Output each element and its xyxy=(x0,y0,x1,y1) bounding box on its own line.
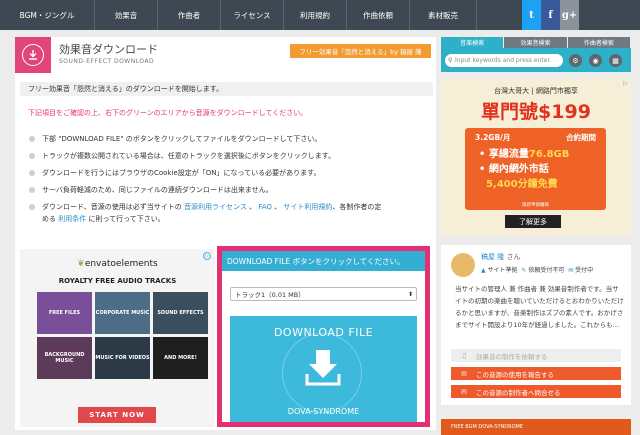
nav-license[interactable]: ライセンス xyxy=(221,0,284,30)
bottom-banner[interactable]: FREE BGM DOVA-SYNDROME xyxy=(441,419,631,435)
download-file-button[interactable]: DOWNLOAD FILE DOVA-SYNDROME xyxy=(230,316,417,422)
nav-store[interactable]: 素材販売 xyxy=(410,0,477,30)
faq-link[interactable]: FAQ xyxy=(258,203,272,211)
user-icon: ▲ xyxy=(481,267,486,274)
composer-name[interactable]: 稿屋 隆 さん xyxy=(481,252,520,262)
nav-terms[interactable]: 利用規約 xyxy=(284,0,347,30)
music-note-icon: ♫ xyxy=(461,351,468,360)
download-header: DOWNLOAD FILE ボタンをクリックしてください。 xyxy=(222,251,425,271)
ad-brand: 台灣大哥大 | 網路門市獨享 xyxy=(494,87,578,95)
tile-corporate-music[interactable]: CORPORATE MUSIC xyxy=(95,292,150,334)
tab-composer-search[interactable]: 作曲者検索 xyxy=(567,37,630,48)
report-usage-button[interactable]: ✉ この音源の使用を報告する xyxy=(451,367,621,380)
download-button-sub: DOVA-SYNDROME xyxy=(287,407,360,416)
list-item: 下部 "DOWNLOAD FILE" のボタンをクリックしてファイルをダウンロー… xyxy=(28,133,428,146)
start-notice: フリー効果音「怨然と消える」のダウンロードを開始します。 xyxy=(20,82,433,96)
tab-sfx-search[interactable]: 効果音検索 xyxy=(504,37,567,48)
tile-background-music[interactable]: BACKGROUND MUSIC xyxy=(37,337,92,379)
pencil-icon: ✎ xyxy=(521,267,527,274)
search-icon: ⚲ xyxy=(448,57,453,64)
envato-subtitle: ROYALTY FREE AUDIO TRACKS xyxy=(58,277,177,285)
settings-icon[interactable]: ⚙ xyxy=(569,54,582,67)
email-icon: ✉ xyxy=(461,387,467,396)
email-icon: ✉ xyxy=(568,267,574,274)
usage-conditions-link[interactable]: 利用条件 xyxy=(58,215,86,223)
list-item: トラックが複数公開されている場合は、任意のトラックを選択後にボタンをクリックしま… xyxy=(28,150,428,163)
learn-more-button[interactable]: 了解更多 xyxy=(505,215,561,228)
telecom-ad[interactable]: ▷ 台灣大哥大 | 網路門市獨享 單門號$199 3.2GB/月 合約期間 • 享… xyxy=(441,78,631,236)
start-now-button[interactable]: START NOW xyxy=(78,407,156,423)
list-item: ダウンロード、音源の使用は必ず当サイトの 音源利用ライセンス 、 FAQ 、 サ… xyxy=(28,201,428,225)
main-content: 効果音ダウンロード SOUND-EFFECT DOWNLOAD フリー効果音「怨… xyxy=(15,37,436,430)
envato-tiles: FREE FILES CORPORATE MUSIC SOUND EFFECTS… xyxy=(37,292,208,379)
warning-text: 下記項目をご確認の上、右下のグリーンのエリアから音源をダウンロードしてください。 xyxy=(28,109,308,117)
commission-button: ♫ 効果音の制作を依頼する xyxy=(451,349,621,362)
tile-music-for-videos[interactable]: MUSIC FOR VIDEOS xyxy=(95,337,150,379)
tab-music-search[interactable]: 音楽検索 xyxy=(441,37,504,48)
email-icon: ✉ xyxy=(461,369,467,378)
contact-composer-button[interactable]: ✉ この音源の制作者へ問合せる xyxy=(451,385,621,398)
download-logo-icon xyxy=(15,37,51,73)
sidebar: 音楽検索 効果音検索 作曲者検索 ⚲ Input keywords and pr… xyxy=(441,37,631,435)
composer-bio: 当サイトの管理人 兼 作曲者 兼 効果音制作者です。当サイトの初期の楽曲を聴いて… xyxy=(455,285,624,329)
top-nav: BGM・ジングル 効果音 作曲者 ライセンス 利用規約 作曲依頼 素材販売 t … xyxy=(0,0,640,30)
search-tabs: 音楽検索 効果音検索 作曲者検索 xyxy=(441,37,631,48)
download-icon xyxy=(305,350,341,386)
composer-profile: 稿屋 隆 さん ▲ サイト準拠 ✎ 依頼受付不可 ✉ 受付中 当サイトの管理人 … xyxy=(441,245,631,405)
nav-composers[interactable]: 作曲者 xyxy=(158,0,221,30)
list-item: サーバ負荷軽減のため、同じファイルの連続ダウンロードは出来ません。 xyxy=(28,184,428,197)
search-bar: ⚲ Input keywords and press enter. ⚙ ◉ ▦ xyxy=(441,48,631,72)
envato-ad[interactable]: ▷ ❦envatoelements ROYALTY FREE AUDIO TRA… xyxy=(20,249,215,427)
nav-bgm[interactable]: BGM・ジングル xyxy=(0,0,95,30)
track-select[interactable]: トラック1（0.01 MB） ⬍ xyxy=(230,287,417,301)
ad-plan-card: 3.2GB/月 合約期間 • 享總流量76.8GB • 網內網外市話 5,400分… xyxy=(465,128,606,210)
nav-commission[interactable]: 作曲依頼 xyxy=(347,0,410,30)
envato-logo: ❦envatoelements xyxy=(77,259,158,269)
list-item: ダウンロードを行うにはブラウザのCookie設定が「ON」になっている必要があり… xyxy=(28,167,428,180)
tile-and-more[interactable]: AND MORE! xyxy=(153,337,208,379)
tile-free-files[interactable]: FREE FILES xyxy=(37,292,92,334)
info-list: 下部 "DOWNLOAD FILE" のボタンをクリックしてファイルをダウンロー… xyxy=(28,133,428,229)
google-plus-icon[interactable]: g+ xyxy=(560,0,579,30)
license-link[interactable]: 音源利用ライセンス xyxy=(184,203,247,211)
twitter-icon[interactable]: t xyxy=(522,0,541,30)
ad-headline: 單門號$199 xyxy=(481,101,591,123)
page-subtitle: SOUND-EFFECT DOWNLOAD xyxy=(59,58,155,65)
facebook-icon[interactable]: f xyxy=(541,0,560,30)
track-badge: フリー効果音「怨然と消える」by 稿屋 隆 xyxy=(290,44,431,58)
tile-sound-effects[interactable]: SOUND EFFECTS xyxy=(153,292,208,334)
search-input[interactable]: ⚲ Input keywords and press enter. xyxy=(445,54,563,67)
list-icon[interactable]: ▦ xyxy=(609,54,622,67)
nav-sound-effects[interactable]: 効果音 xyxy=(95,0,158,30)
composer-flags: ▲ サイト準拠 ✎ 依頼受付不可 ✉ 受付中 xyxy=(481,267,594,274)
terms-link[interactable]: サイト利用規約 xyxy=(283,203,332,211)
download-button-title: DOWNLOAD FILE xyxy=(273,326,374,339)
chevron-down-icon: ⬍ xyxy=(407,290,413,298)
tag-icon[interactable]: ◉ xyxy=(589,54,602,67)
avatar[interactable] xyxy=(451,253,475,277)
page-title: 効果音ダウンロード xyxy=(59,43,158,56)
download-box: DOWNLOAD FILE ボタンをクリックしてください。 トラック1（0.01… xyxy=(217,246,430,427)
